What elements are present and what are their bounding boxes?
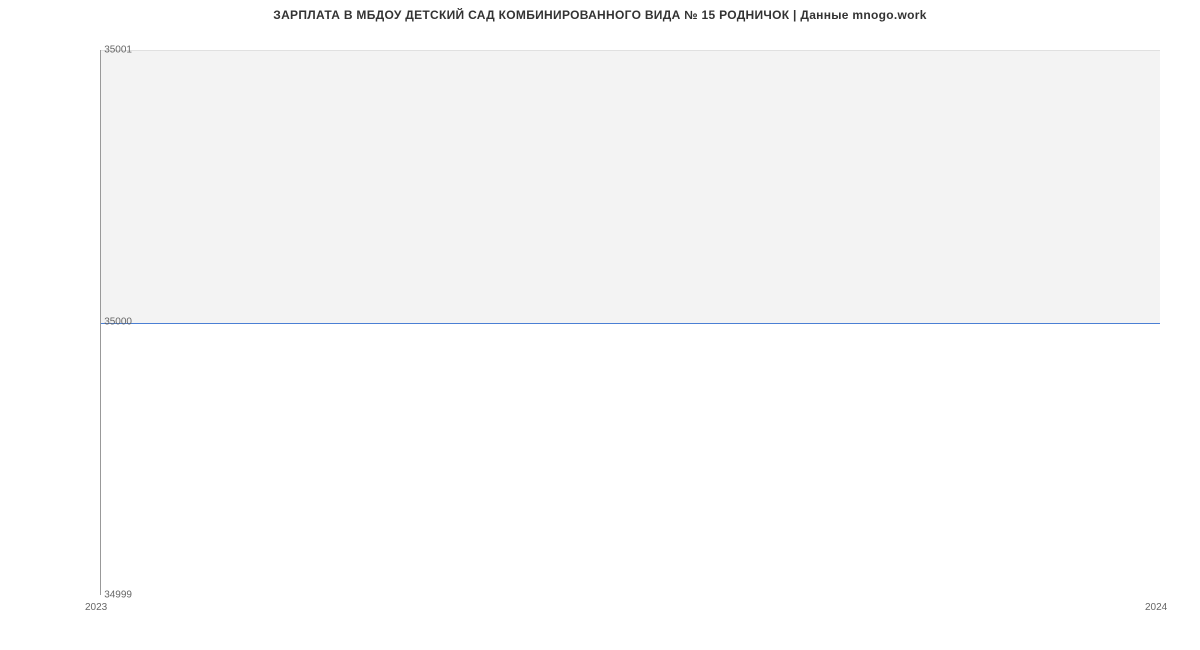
y-tick-top: 35001 xyxy=(104,45,132,56)
y-axis-line xyxy=(100,50,101,595)
x-tick-left: 2023 xyxy=(85,602,107,613)
y-tick-mid: 35000 xyxy=(104,317,132,328)
area-fill xyxy=(100,50,1160,323)
x-tick-right: 2024 xyxy=(1145,602,1167,613)
chart-plot-area xyxy=(100,50,1160,595)
y-tick-bottom: 34999 xyxy=(104,590,132,601)
plot-area xyxy=(100,50,1160,595)
chart-title: ЗАРПЛАТА В МБДОУ ДЕТСКИЙ САД КОМБИНИРОВА… xyxy=(0,0,1200,22)
data-line xyxy=(100,323,1160,324)
